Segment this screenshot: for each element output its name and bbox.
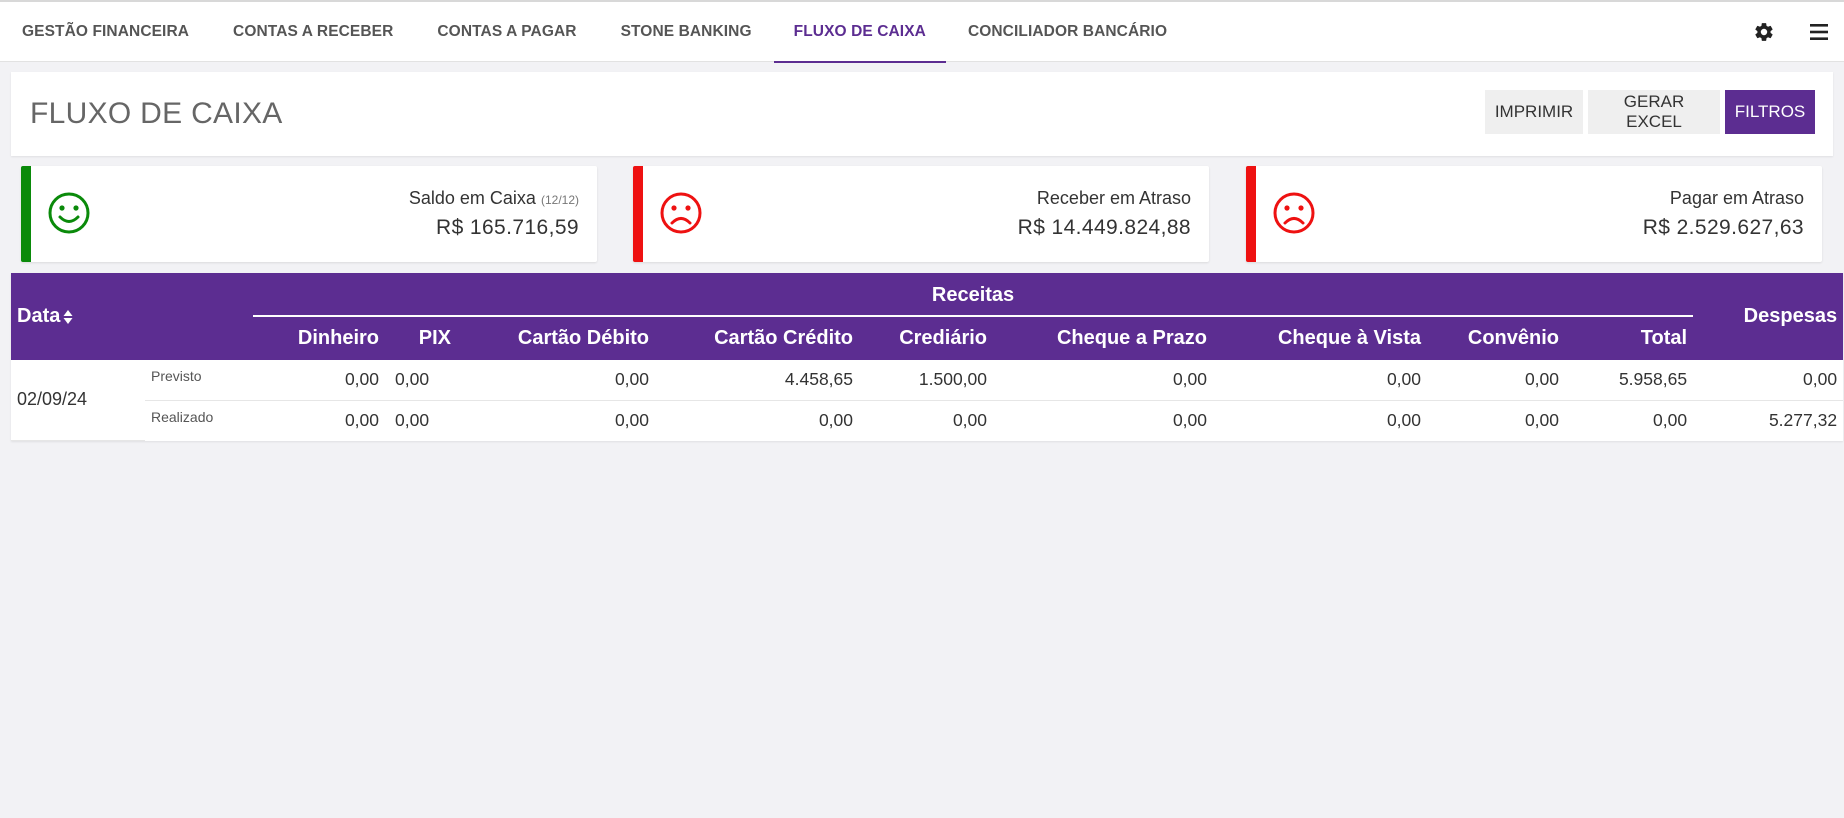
cell-pix: 0,00 <box>385 360 458 401</box>
settings-button[interactable] <box>1734 2 1794 62</box>
card-label: Saldo em Caixa (12/12) <box>408 188 579 208</box>
menu-button[interactable] <box>1794 2 1844 62</box>
date-column-header[interactable]: Data <box>11 273 254 360</box>
column-header-cartao-credito: Cartão Crédito <box>655 317 860 360</box>
column-header-crediario: Crediário <box>859 317 994 360</box>
cell-cartao-debito: 0,00 <box>457 360 656 401</box>
cell-despesas: 0,00 <box>1693 360 1844 401</box>
sad-face-icon <box>660 192 702 234</box>
cell-crediario: 1.500,00 <box>859 360 994 401</box>
tab-contas-a-pagar[interactable]: CONTAS A PAGAR <box>415 2 598 62</box>
cell-cartao-credito: 0,00 <box>818 409 854 430</box>
table-row-realizado: Realizado 0,00 0,00 0,00 0,00 0,00 0,00 … <box>11 400 1843 440</box>
print-button[interactable]: IMPRIMIR <box>1485 90 1583 134</box>
cell-cartao-credito: 4.458,65 <box>655 360 860 401</box>
tab-fluxo-de-caixa[interactable]: FLUXO DE CAIXA <box>773 2 947 63</box>
column-header-cartao-debito: Cartão Débito <box>457 317 656 360</box>
column-header-dinheiro: Dinheiro <box>253 317 386 360</box>
cell-cheque-a-prazo: 0,00 <box>993 360 1214 401</box>
cell-crediario: 0,00 <box>952 409 988 430</box>
row-date: 02/09/24 <box>11 360 145 441</box>
happy-face-icon <box>48 192 90 234</box>
tab-conciliador-bancario[interactable]: CONCILIADOR BANCÁRIO <box>946 2 1189 62</box>
column-header-pix: PIX <box>385 317 458 360</box>
column-header-cheque-a-prazo: Cheque a Prazo <box>993 317 1214 360</box>
column-header-total: Total <box>1565 317 1694 360</box>
filters-button[interactable]: FILTROS <box>1725 90 1815 134</box>
sort-icon <box>63 309 73 324</box>
cash-balance-card: Saldo em Caixa (12/12) R$ 165.716,59 <box>21 166 597 262</box>
receitas-group-header: Receitas <box>253 273 1694 317</box>
overdue-receivables-card: Receber em Atraso R$ 14.449.824,88 <box>633 166 1209 262</box>
header-actions: IMPRIMIR GERAR EXCEL FILTROS <box>1485 90 1815 134</box>
card-value: R$ 2.529.627,63 <box>1642 216 1804 239</box>
cell-dinheiro: 0,00 <box>344 409 380 430</box>
cell-cartao-debito: 0,00 <box>614 409 650 430</box>
column-header-convenio: Convênio <box>1427 317 1566 360</box>
cell-pix: 0,00 <box>395 409 430 430</box>
cell-total: 0,00 <box>1653 409 1688 430</box>
cell-cheque-a-vista: 0,00 <box>1213 360 1428 401</box>
card-label: Pagar em Atraso <box>1669 188 1804 208</box>
card-value: R$ 165.716,59 <box>436 216 579 239</box>
overdue-payables-card: Pagar em Atraso R$ 2.529.627,63 <box>1246 166 1822 262</box>
cash-flow-table: Data Receitas Despesas Dinheiro PIX Cart… <box>11 273 1844 441</box>
tab-contas-a-receber[interactable]: CONTAS A RECEBER <box>211 2 415 62</box>
row-type-label: Previsto <box>145 360 254 401</box>
top-navigation: GESTÃO FINANCEIRA CONTAS A RECEBER CONTA… <box>0 0 1844 63</box>
card-label: Receber em Atraso <box>1036 188 1191 208</box>
row-type-label: Realizado <box>151 408 214 425</box>
cell-total: 5.958,65 <box>1565 360 1694 401</box>
page-title: FLUXO DE CAIXA <box>30 97 283 130</box>
despesas-column-header: Despesas <box>1693 273 1844 360</box>
gear-icon <box>1755 23 1773 41</box>
page-header: FLUXO DE CAIXA IMPRIMIR GERAR EXCEL FILT… <box>11 72 1833 156</box>
column-header-cheque-a-vista: Cheque à Vista <box>1213 317 1428 360</box>
cell-dinheiro: 0,00 <box>253 360 386 401</box>
export-excel-button[interactable]: GERAR EXCEL <box>1588 90 1720 134</box>
nav-icons <box>1734 2 1844 62</box>
table-row-previsto: 02/09/24 Previsto 0,00 0,00 0,00 4.458,6… <box>11 360 1844 441</box>
cell-cheque-a-vista: 0,00 <box>1386 409 1422 430</box>
cell-convenio: 0,00 <box>1427 360 1566 401</box>
cell-convenio: 0,00 <box>1524 409 1560 430</box>
cell-cheque-a-prazo: 0,00 <box>1172 409 1208 430</box>
tab-stone-banking[interactable]: STONE BANKING <box>599 2 774 62</box>
tab-gestao-financeira[interactable]: GESTÃO FINANCEIRA <box>0 2 211 62</box>
cell-despesas: 5.277,32 <box>1768 409 1838 430</box>
sad-face-icon <box>1273 192 1315 234</box>
card-note: (12/12) <box>540 193 579 207</box>
card-value: R$ 14.449.824,88 <box>1017 216 1191 239</box>
nav-tabs: GESTÃO FINANCEIRA CONTAS A RECEBER CONTA… <box>0 2 1189 63</box>
hamburger-menu-icon <box>1810 24 1828 40</box>
